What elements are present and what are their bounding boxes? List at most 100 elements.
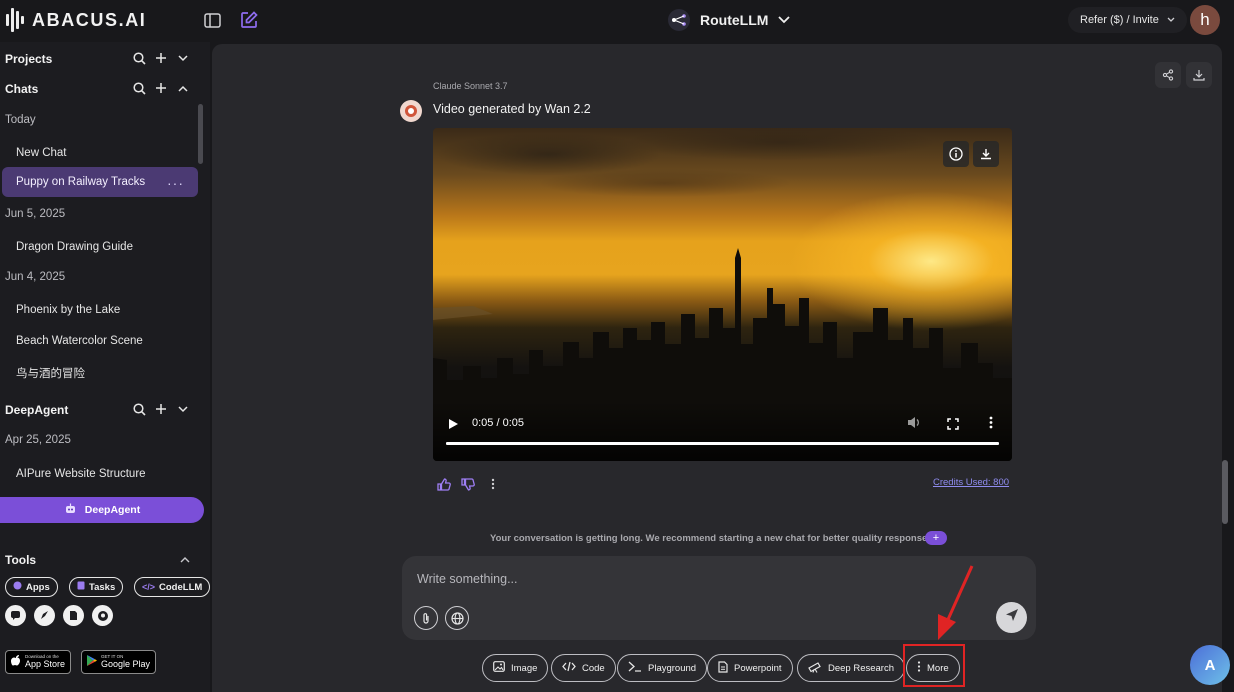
search-icon[interactable]	[132, 50, 146, 66]
send-button[interactable]	[996, 602, 1027, 633]
thumbs-down-icon[interactable]	[460, 476, 476, 492]
chat-panel: Claude Sonnet 3.7 Video generated by Wan…	[212, 44, 1222, 692]
deepagent-header: DeepAgent	[0, 396, 204, 424]
download-video-icon[interactable]	[973, 141, 999, 167]
projects-title: Projects	[5, 52, 53, 66]
new-chat-icon[interactable]	[239, 10, 259, 30]
tool-tasks-label: Tasks	[89, 581, 116, 593]
chip-image-label: Image	[511, 662, 538, 674]
google-play-badge[interactable]: GET IT ON Google Play	[81, 650, 157, 674]
volume-icon[interactable]	[907, 416, 921, 434]
terminal-icon	[628, 661, 642, 675]
chats-header: Chats	[0, 75, 204, 103]
deepagent-button-label: DeepAgent	[84, 504, 141, 516]
chat-date-group: Jun 4, 2025	[5, 271, 66, 283]
chip-playground-label: Playground	[648, 662, 697, 674]
credits-used-link[interactable]: Credits Used: 800	[933, 477, 1009, 488]
chip-code[interactable]: Code	[551, 654, 616, 682]
rocket-icon[interactable]	[34, 605, 55, 626]
fullscreen-icon[interactable]	[947, 417, 959, 435]
chat-item[interactable]: Phoenix by the Lake	[16, 304, 120, 316]
chevron-down-icon	[1167, 14, 1175, 26]
video-more-icon[interactable]	[989, 416, 993, 434]
chat-item[interactable]: 鸟与酒的冒险	[16, 365, 85, 381]
download-chat-icon[interactable]	[1186, 62, 1212, 88]
deepagent-date-group: Apr 25, 2025	[5, 434, 71, 446]
chevron-up-icon[interactable]	[178, 551, 192, 567]
message-more-icon[interactable]	[485, 476, 501, 492]
app-store-label: App Store	[25, 658, 66, 669]
globe-icon[interactable]	[445, 606, 469, 630]
more-options-icon[interactable]: ···	[167, 175, 184, 191]
model-selector[interactable]: RouteLLM	[668, 9, 791, 31]
chip-playground[interactable]: Playground	[617, 654, 708, 682]
robot-icon	[64, 502, 77, 518]
more-highlight-box	[903, 644, 965, 687]
video-progress-bar[interactable]	[446, 442, 999, 445]
tool-codellm[interactable]: </> CodeLLM	[134, 577, 211, 597]
apps-icon	[13, 581, 22, 593]
chevron-down-icon[interactable]	[176, 50, 190, 66]
image-icon	[493, 661, 505, 675]
add-chat-icon[interactable]	[154, 80, 168, 96]
chevron-down-icon[interactable]	[176, 401, 190, 417]
refer-invite-button[interactable]: Refer ($) / Invite	[1068, 7, 1187, 33]
assistant-widget-icon[interactable]: A	[1190, 645, 1230, 685]
new-chat-plus-button[interactable]: +	[925, 531, 947, 545]
add-project-icon[interactable]	[154, 50, 168, 66]
chats-title: Chats	[5, 82, 39, 96]
video-controls-bar	[433, 401, 1012, 461]
chip-image[interactable]: Image	[482, 654, 549, 682]
routellm-icon	[668, 9, 690, 31]
google-play-label: Google Play	[101, 658, 151, 669]
tools-header: Tools	[0, 546, 204, 574]
projects-header: Projects	[0, 45, 204, 73]
message-title: Video generated by Wan 2.2	[433, 102, 591, 116]
assistant-avatar-icon	[400, 100, 422, 122]
tools-title: Tools	[5, 553, 37, 567]
video-time: 0:05 / 0:05	[472, 417, 524, 429]
github-icon[interactable]	[92, 605, 113, 626]
chevron-up-icon[interactable]	[176, 80, 190, 96]
chip-deep-research[interactable]: Deep Research	[797, 654, 906, 682]
attach-icon[interactable]	[414, 606, 438, 630]
chat-item[interactable]: New Chat	[16, 147, 67, 159]
chat-item[interactable]: Beach Watercolor Scene	[16, 335, 143, 347]
tool-tasks[interactable]: Tasks	[69, 577, 124, 597]
message-input[interactable]	[417, 570, 977, 588]
sidebar: Projects Chats Today New Chat Puppy on R…	[0, 42, 211, 692]
chat-item[interactable]: Dragon Drawing Guide	[16, 241, 133, 253]
chat-item-active[interactable]: Puppy on Railway Tracks ···	[2, 167, 198, 197]
chevron-down-icon	[778, 11, 791, 29]
info-icon[interactable]	[943, 141, 969, 167]
play-icon[interactable]	[448, 417, 459, 435]
brand-logo[interactable]: ABACUS.AI	[6, 8, 146, 32]
google-play-icon	[87, 653, 97, 671]
chip-code-label: Code	[582, 662, 605, 674]
deepagent-item[interactable]: AIPure Website Structure	[16, 468, 146, 480]
deepagent-title: DeepAgent	[5, 403, 69, 417]
share-icon[interactable]	[1155, 62, 1181, 88]
add-deepagent-icon[interactable]	[154, 401, 168, 417]
user-avatar[interactable]: h	[1190, 5, 1220, 35]
chat-bubble-icon[interactable]	[5, 605, 26, 626]
sidebar-scrollbar[interactable]	[198, 104, 203, 164]
chat-date-group: Today	[5, 114, 36, 126]
app-store-badge[interactable]: Download on the App Store	[5, 650, 72, 674]
search-icon[interactable]	[132, 80, 146, 96]
thumbs-up-icon[interactable]	[436, 476, 452, 492]
message-model-name: Claude Sonnet 3.7	[433, 81, 508, 91]
video-player[interactable]: 0:05 / 0:05	[433, 128, 1012, 461]
chat-scrollbar[interactable]	[1222, 460, 1228, 524]
tool-apps[interactable]: Apps	[5, 577, 58, 597]
chat-date-group: Jun 5, 2025	[5, 208, 66, 220]
chip-powerpoint-label: Powerpoint	[734, 662, 782, 674]
chip-powerpoint[interactable]: Powerpoint	[707, 654, 793, 682]
document-icon[interactable]	[63, 605, 84, 626]
long-conversation-notice: Your conversation is getting long. We re…	[490, 533, 936, 544]
search-icon[interactable]	[132, 401, 146, 417]
document-icon	[718, 660, 728, 676]
toggle-sidebar-icon[interactable]	[202, 10, 222, 30]
apple-icon	[11, 653, 21, 671]
deepagent-button[interactable]: DeepAgent	[0, 497, 204, 523]
